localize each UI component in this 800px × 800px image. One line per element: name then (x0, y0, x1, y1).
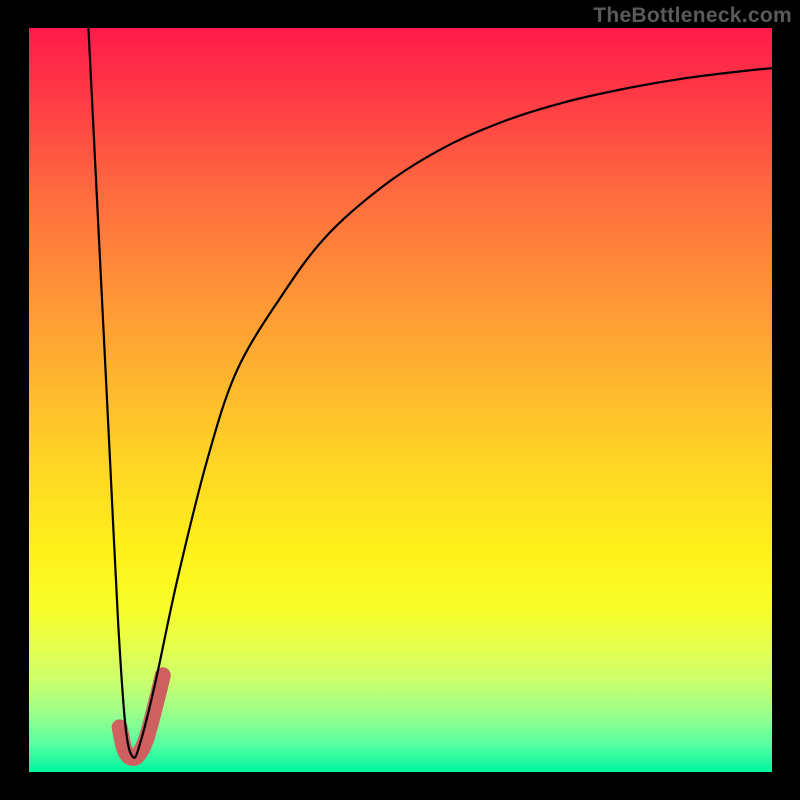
red-marker (120, 675, 163, 758)
plot-area (29, 28, 772, 772)
chart-frame: TheBottleneck.com (0, 0, 800, 800)
watermark-text: TheBottleneck.com (593, 4, 792, 28)
bottleneck-curve (88, 28, 772, 758)
chart-svg (29, 28, 772, 772)
